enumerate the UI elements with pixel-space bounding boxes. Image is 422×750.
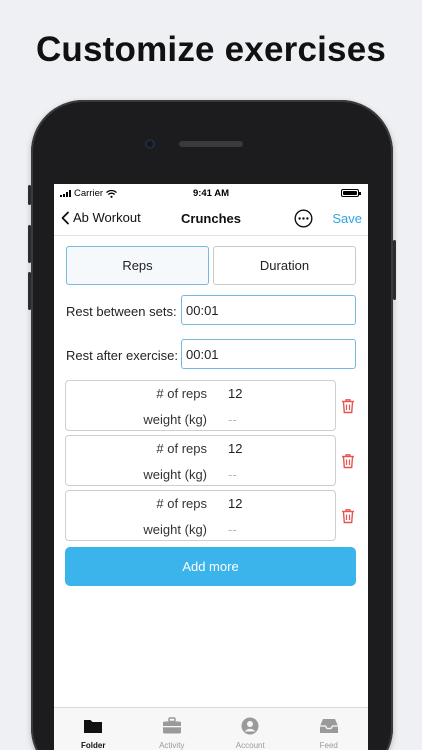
weight-label: weight (kg) — [143, 522, 207, 537]
weight-label: weight (kg) — [143, 412, 207, 427]
reps-value-input[interactable]: 12 — [228, 496, 242, 511]
weight-input[interactable]: -- — [228, 467, 237, 482]
set-card: # of reps 12 weight (kg) -- — [65, 380, 336, 431]
reps-label: # of reps — [156, 386, 207, 401]
back-button[interactable]: Ab Workout — [60, 210, 141, 225]
reps-value-input[interactable]: 12 — [228, 441, 242, 456]
rest-after-exercise-input[interactable]: 00:01 — [181, 339, 356, 369]
user-icon — [241, 717, 259, 735]
set-card: # of reps 12 weight (kg) -- — [65, 490, 336, 541]
tab-account[interactable]: Account — [211, 708, 290, 750]
navigation-bar: Ab Workout Crunches Save — [54, 202, 368, 236]
delete-set-trash-icon[interactable] — [341, 508, 355, 524]
reps-label: # of reps — [156, 441, 207, 456]
front-camera — [145, 139, 155, 149]
weight-input[interactable]: -- — [228, 412, 237, 427]
battery-icon — [341, 189, 361, 197]
tab-folder[interactable]: Folder — [54, 708, 133, 750]
delete-set-trash-icon[interactable] — [341, 453, 355, 469]
tab-account-label: Account — [235, 741, 265, 750]
earpiece-speaker — [179, 141, 243, 147]
tab-bar: Folder Activity Account Feed — [54, 707, 368, 750]
weight-label: weight (kg) — [143, 467, 207, 482]
tab-duration[interactable]: Duration — [213, 246, 356, 285]
power-button — [393, 240, 396, 300]
briefcase-icon — [162, 717, 181, 734]
add-more-label: Add more — [182, 559, 239, 574]
app-screen: Carrier 9:41 AM Ab Workout Crunches Save… — [54, 184, 368, 750]
inbox-icon — [319, 719, 338, 733]
reps-label: # of reps — [156, 496, 207, 511]
tab-folder-label: Folder — [81, 741, 106, 750]
volume-up-button — [28, 225, 31, 263]
save-button[interactable]: Save — [332, 211, 362, 226]
reps-value-input[interactable]: 12 — [228, 386, 242, 401]
folder-icon — [84, 720, 103, 733]
tab-feed[interactable]: Feed — [290, 708, 369, 750]
tab-reps-label: Reps — [122, 258, 153, 273]
volume-down-button — [28, 272, 31, 310]
rest-after-exercise-label: Rest after exercise: — [66, 348, 178, 363]
rest-between-sets-input[interactable]: 00:01 — [181, 295, 356, 325]
back-button-label: Ab Workout — [73, 210, 141, 225]
tab-activity[interactable]: Activity — [133, 708, 212, 750]
tab-activity-label: Activity — [159, 741, 185, 750]
tab-feed-label: Feed — [319, 741, 338, 750]
status-time: 9:41 AM — [192, 188, 230, 199]
tab-duration-label: Duration — [259, 258, 310, 273]
mute-switch — [28, 185, 31, 205]
add-more-button[interactable]: Add more — [65, 547, 356, 586]
tab-reps[interactable]: Reps — [66, 246, 209, 285]
headline: Customize exercises — [35, 30, 387, 69]
weight-input[interactable]: -- — [228, 522, 237, 537]
more-options-icon[interactable] — [294, 209, 313, 228]
rest-between-sets-label: Rest between sets: — [66, 304, 177, 319]
phone-frame: Carrier 9:41 AM Ab Workout Crunches Save… — [28, 100, 396, 750]
status-bar: Carrier 9:41 AM — [54, 184, 368, 202]
delete-set-trash-icon[interactable] — [341, 398, 355, 414]
set-card: # of reps 12 weight (kg) -- — [65, 435, 336, 486]
chevron-left-icon — [61, 211, 69, 224]
